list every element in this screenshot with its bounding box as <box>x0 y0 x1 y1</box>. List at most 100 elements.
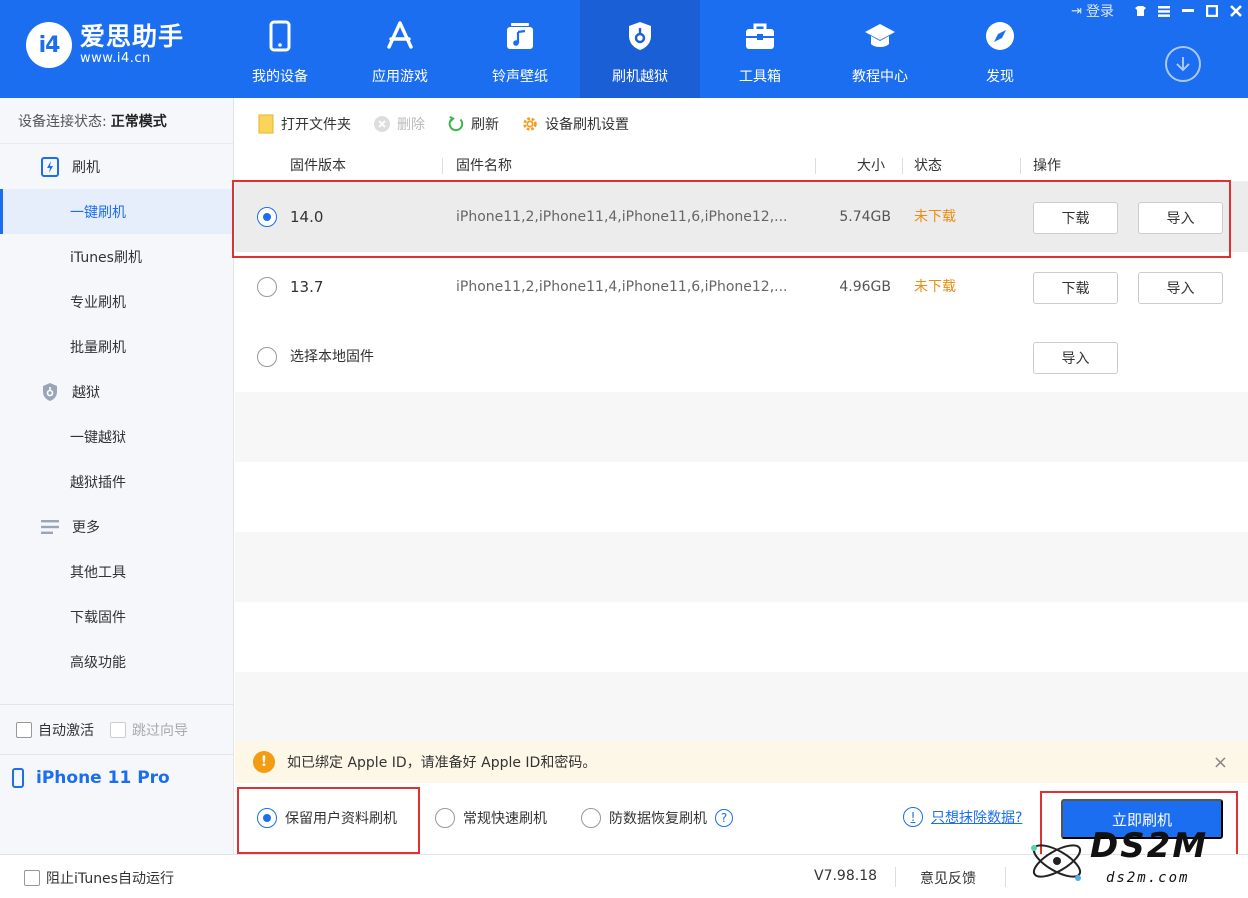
toolbar: 打开文件夹 删除 刷新 设备刷机设置 <box>235 98 1248 150</box>
firmware-version: 14.0 <box>290 208 324 226</box>
table-row[interactable]: 13.7 iPhone11,2,iPhone11,4,iPhone11,6,iP… <box>235 252 1248 322</box>
sidebar-item-advanced[interactable]: 高级功能 <box>0 639 233 684</box>
empty-row <box>235 462 1248 532</box>
download-button[interactable]: 下载 <box>1033 202 1118 234</box>
atom-logo-icon <box>1031 844 1082 881</box>
empty-row <box>235 602 1248 672</box>
connected-device[interactable]: iPhone 11 Pro <box>0 754 233 800</box>
nav-ringtones-wallpapers[interactable]: 铃声壁纸 <box>460 0 580 98</box>
sidebar-item-one-click-flash[interactable]: 一键刷机 <box>0 189 233 234</box>
watermark-title: DS2M <box>1090 826 1209 866</box>
app-version: V7.98.18 <box>814 868 878 884</box>
table-row[interactable]: 14.0 iPhone11,2,iPhone11,4,iPhone11,6,iP… <box>235 182 1248 252</box>
apple-id-notice: ! 如已绑定 Apple ID，请准备好 Apple ID和密码。 × <box>235 741 1248 783</box>
list-menu-icon <box>40 517 60 537</box>
anti-recovery-option[interactable]: 防数据恢复刷机 ? <box>581 808 733 828</box>
sidebar-group-more[interactable]: 更多 <box>0 504 233 549</box>
nav-my-device[interactable]: 我的设备 <box>220 0 340 98</box>
nav-toolbox[interactable]: 工具箱 <box>700 0 820 98</box>
notice-close-icon[interactable]: × <box>1213 752 1228 773</box>
delete-button[interactable]: 删除 <box>373 114 425 134</box>
firmware-table-header: 固件版本 固件名称 大小 状态 操作 <box>235 150 1248 182</box>
app-header: i4 爱思助手 www.i4.cn 我的设备 应用游戏 铃声壁纸 刷机越狱 工具… <box>0 0 1248 98</box>
import-button[interactable]: 导入 <box>1138 272 1223 304</box>
logo-mark-icon: i4 <box>26 22 72 68</box>
sidebar-item-one-click-jailbreak[interactable]: 一键越狱 <box>0 414 233 459</box>
flash-settings-button[interactable]: 设备刷机设置 <box>521 114 629 134</box>
firmware-radio[interactable] <box>257 277 277 297</box>
device-phone-icon <box>12 767 24 788</box>
nav-tutorial-center[interactable]: 教程中心 <box>820 0 940 98</box>
compass-icon <box>982 18 1018 54</box>
local-import-button[interactable]: 导入 <box>1033 342 1118 374</box>
info-icon: ! <box>903 807 923 827</box>
feedback-link[interactable]: 意见反馈 <box>920 868 976 888</box>
keep-data-option[interactable]: 保留用户资料刷机 <box>257 808 397 828</box>
empty-row <box>235 392 1248 462</box>
jailbreak-shield-icon <box>40 382 60 402</box>
download-button[interactable]: 下载 <box>1033 272 1118 304</box>
auto-activate-checkbox[interactable]: 自动激活 <box>16 720 94 740</box>
phone-icon <box>262 18 298 54</box>
music-icon <box>502 18 538 54</box>
header-status: 状态 <box>914 158 942 174</box>
folder-icon <box>257 114 275 134</box>
main-nav: 我的设备 应用游戏 铃声壁纸 刷机越狱 工具箱 教程中心 发现 <box>220 0 1060 98</box>
download-manager-icon[interactable] <box>1165 46 1201 82</box>
graduation-cap-icon <box>862 18 898 54</box>
firmware-status: 未下载 <box>914 279 956 295</box>
login-link[interactable]: ⇥ 登录 <box>1071 1 1114 21</box>
sidebar-item-batch-flash[interactable]: 批量刷机 <box>0 324 233 369</box>
activation-options: 自动激活 跳过向导 <box>0 704 233 754</box>
delete-icon <box>373 115 391 133</box>
sidebar-group-flash[interactable]: 刷机 <box>0 144 233 189</box>
erase-data-link[interactable]: ! 只想抹除数据? <box>903 807 1022 827</box>
watermark-url: ds2m.com <box>1106 870 1190 886</box>
sidebar-item-pro-flash[interactable]: 专业刷机 <box>0 279 233 324</box>
flash-icon <box>40 156 60 177</box>
sidebar-item-other-tools[interactable]: 其他工具 <box>0 549 233 594</box>
maximize-icon[interactable] <box>1200 0 1224 22</box>
help-icon[interactable]: ? <box>715 809 733 827</box>
window-controls: ⇥ 登录 <box>1071 0 1248 22</box>
menu-icon[interactable] <box>1152 0 1176 22</box>
sidebar-item-itunes-flash[interactable]: iTunes刷机 <box>0 234 233 279</box>
firmware-radio[interactable] <box>257 207 277 227</box>
import-button[interactable]: 导入 <box>1138 202 1223 234</box>
connection-status: 设备连接状态: 正常模式 <box>0 98 233 144</box>
header-name: 固件名称 <box>456 158 512 174</box>
appstore-icon <box>382 18 418 54</box>
header-version: 固件版本 <box>290 158 346 174</box>
refresh-button[interactable]: 刷新 <box>447 114 499 134</box>
gear-icon <box>521 115 539 133</box>
warning-icon: ! <box>253 751 275 773</box>
nav-flash-jailbreak[interactable]: 刷机越狱 <box>580 0 700 98</box>
open-folder-button[interactable]: 打开文件夹 <box>257 114 351 134</box>
block-itunes-checkbox[interactable]: 阻止iTunes自动运行 <box>24 868 174 888</box>
minimize-icon[interactable] <box>1176 0 1200 22</box>
nav-discover[interactable]: 发现 <box>940 0 1060 98</box>
firmware-size: 4.96GB <box>839 279 891 295</box>
close-icon[interactable] <box>1224 0 1248 22</box>
header-actions: 操作 <box>1033 158 1061 174</box>
empty-row <box>235 672 1248 742</box>
shield-icon <box>622 18 658 54</box>
login-icon: ⇥ <box>1071 3 1082 19</box>
skip-guide-checkbox[interactable]: 跳过向导 <box>110 720 188 740</box>
sidebar-item-jailbreak-plugins[interactable]: 越狱插件 <box>0 459 233 504</box>
connection-status-value: 正常模式 <box>110 113 167 130</box>
quick-flash-option[interactable]: 常规快速刷机 <box>435 808 547 828</box>
sidebar: 设备连接状态: 正常模式 刷机 一键刷机 iTunes刷机 专业刷机 批量刷机 … <box>0 98 234 854</box>
sidebar-group-jailbreak[interactable]: 越狱 <box>0 369 233 414</box>
skin-icon[interactable] <box>1128 0 1152 22</box>
firmware-status: 未下载 <box>914 209 956 225</box>
local-firmware-label: 选择本地固件 <box>290 349 374 365</box>
local-firmware-radio[interactable] <box>257 347 277 367</box>
brand-logo[interactable]: i4 爱思助手 www.i4.cn <box>26 22 184 68</box>
empty-row <box>235 532 1248 602</box>
local-firmware-row[interactable]: 选择本地固件 导入 <box>235 322 1248 392</box>
nav-apps-games[interactable]: 应用游戏 <box>340 0 460 98</box>
brand-name: 爱思助手 <box>80 22 185 51</box>
sidebar-item-download-firmware[interactable]: 下载固件 <box>0 594 233 639</box>
toolbox-icon <box>742 18 778 54</box>
